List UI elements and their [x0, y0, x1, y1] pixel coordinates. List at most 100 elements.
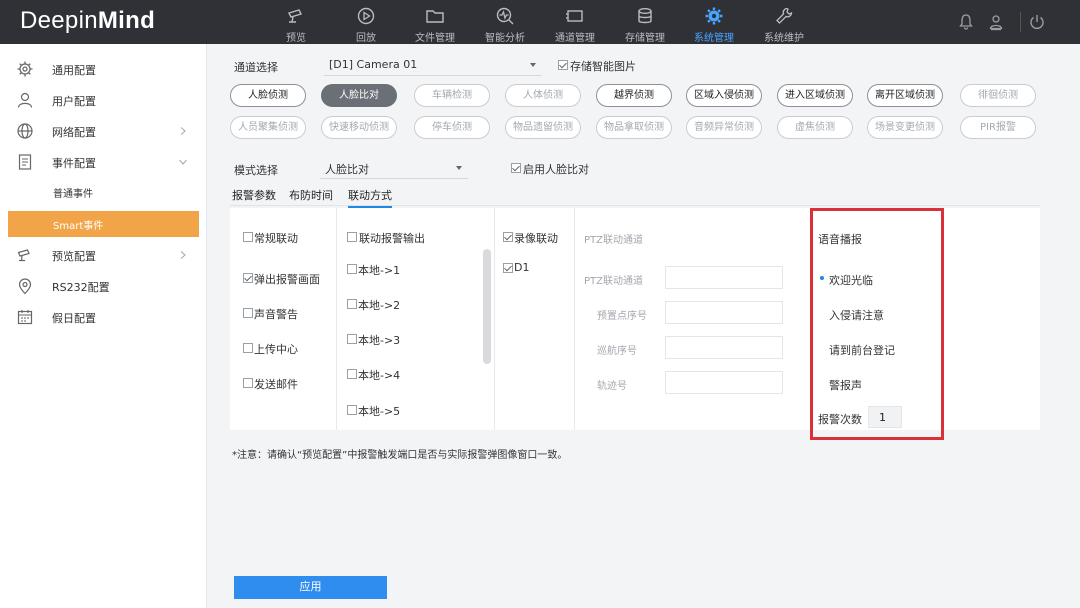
event-btn-loitering[interactable]: 徘徊侦测 [960, 84, 1036, 107]
event-btn-intrusion[interactable]: 区域入侵侦测 [686, 84, 762, 107]
record-linkage-label: 录像联动 [514, 232, 558, 245]
ptz-channel-label: PTZ联动通道 [584, 276, 643, 287]
record-channel-d1-checkbox[interactable] [503, 263, 513, 273]
ptz-header: PTZ联动通道 [584, 235, 643, 246]
event-btn-pir-alarm[interactable]: PIR报警 [960, 116, 1036, 139]
topbar-divider [1020, 12, 1021, 32]
sidebar-subitem-smart-events[interactable]: Smart事件 [8, 211, 199, 237]
sidebar: 通用配置 用户配置 网络配置 事件配置 普通事件 Smart事件 预览配置 RS… [0, 44, 207, 608]
nav-storage-management[interactable]: 存储管理 [610, 0, 680, 44]
nav-channel-management[interactable]: 通道管理 [540, 0, 610, 44]
calendar-icon [17, 310, 33, 325]
voice-option-welcome[interactable]: 欢迎光临 [829, 272, 873, 288]
gear-icon [705, 7, 723, 25]
store-smart-image-label: 存储智能图片 [570, 60, 636, 73]
ptz-channel-input[interactable] [665, 266, 783, 289]
channel-icon [566, 10, 583, 22]
upload-center-checkbox[interactable] [243, 343, 253, 353]
local-output-5-label: 本地->5 [358, 405, 401, 418]
event-btn-parking[interactable]: 停车侦测 [414, 116, 490, 139]
local-output-3-checkbox[interactable] [347, 334, 357, 344]
sidebar-item-rs232[interactable]: RS232配置 [0, 272, 207, 300]
mode-select-label: 模式选择 [234, 164, 278, 177]
location-icon [18, 278, 32, 295]
event-btn-fast-moving[interactable]: 快速移动侦测 [321, 116, 397, 139]
radio-selected-indicator [820, 276, 824, 280]
gear-outline-icon [17, 61, 33, 77]
local-output-4-label: 本地->4 [358, 369, 401, 382]
local-output-4-checkbox[interactable] [347, 369, 357, 379]
send-email-checkbox[interactable] [243, 378, 253, 388]
event-btn-people-gathering[interactable]: 人员聚集侦测 [230, 116, 306, 139]
tab-arming-schedule[interactable]: 布防时间 [289, 187, 333, 203]
nav-smart-analysis[interactable]: 智能分析 [470, 0, 540, 44]
event-btn-object-removal[interactable]: 物品拿取侦测 [596, 116, 672, 139]
event-btn-audio-exception[interactable]: 音频异常侦测 [686, 116, 762, 139]
power-icon[interactable] [1028, 13, 1046, 31]
local-output-1-checkbox[interactable] [347, 264, 357, 274]
nav-system-management[interactable]: 系统管理 [679, 0, 749, 44]
preset-number-label: 预置点序号 [597, 311, 647, 322]
sidebar-item-network[interactable]: 网络配置 [0, 117, 207, 145]
sidebar-item-preview-config[interactable]: 预览配置 [0, 241, 207, 269]
event-btn-face-compare[interactable]: 人脸比对 [321, 84, 397, 107]
bell-icon[interactable] [957, 13, 975, 31]
alarm-output-all-checkbox[interactable] [347, 232, 357, 242]
alarm-count-label: 报警次数 [818, 413, 862, 426]
local-output-5-checkbox[interactable] [347, 405, 357, 415]
nav-playback[interactable]: 回放 [331, 0, 401, 44]
patrol-number-input[interactable] [665, 336, 783, 359]
enable-face-compare-checkbox[interactable] [511, 163, 521, 173]
apply-button[interactable]: 应用 [234, 576, 387, 599]
main-content: 通道选择 [D1] Camera 01 存储智能图片 人脸侦测 人脸比对 车辆检… [208, 44, 1080, 608]
normal-linkage-checkbox[interactable] [243, 232, 253, 242]
sidebar-item-general[interactable]: 通用配置 [0, 55, 207, 83]
event-btn-body-detection[interactable]: 人体侦测 [505, 84, 581, 107]
upload-center-label: 上传中心 [254, 343, 298, 356]
analytics-icon [496, 7, 514, 25]
document-icon [18, 154, 32, 170]
nav-system-maintenance[interactable]: 系统维护 [749, 0, 819, 44]
alarm-output-scrollbar[interactable] [483, 249, 491, 364]
record-linkage-checkbox[interactable] [503, 232, 513, 242]
event-btn-vehicle-detection[interactable]: 车辆检测 [414, 84, 490, 107]
playback-icon [357, 7, 375, 25]
sidebar-item-users[interactable]: 用户配置 [0, 86, 207, 114]
event-btn-line-crossing[interactable]: 越界侦测 [596, 84, 672, 107]
event-btn-defocus[interactable]: 虚焦侦测 [777, 116, 853, 139]
event-btn-face-detection[interactable]: 人脸侦测 [230, 84, 306, 107]
globe-icon [17, 123, 33, 139]
channel-select[interactable]: [D1] Camera 01 [324, 54, 542, 76]
voice-option-siren[interactable]: 警报声 [829, 377, 862, 393]
store-smart-image-checkbox[interactable] [558, 60, 568, 70]
event-btn-region-exit[interactable]: 离开区域侦测 [867, 84, 943, 107]
voice-option-intrusion[interactable]: 入侵请注意 [829, 307, 884, 323]
sidebar-item-events[interactable]: 事件配置 [0, 148, 207, 176]
local-output-2-checkbox[interactable] [347, 299, 357, 309]
top-bar: DeepinMind 预览 回放 文件管理 智能分析 通道管理 存储管理 系统管… [0, 0, 1080, 44]
voice-option-front-desk[interactable]: 请到前台登记 [829, 342, 895, 358]
folder-icon [426, 10, 444, 23]
event-btn-region-entrance[interactable]: 进入区域侦测 [777, 84, 853, 107]
mode-select[interactable]: 人脸比对 [320, 157, 468, 179]
sidebar-item-holiday[interactable]: 假日配置 [0, 303, 207, 331]
alarm-count-input[interactable]: 1 [868, 406, 902, 428]
event-btn-unattended-baggage[interactable]: 物品遗留侦测 [505, 116, 581, 139]
popup-alarm-checkbox[interactable] [243, 273, 253, 283]
brand-logo: DeepinMind [20, 7, 156, 34]
nav-preview[interactable]: 预览 [261, 0, 331, 44]
preset-number-input[interactable] [665, 301, 783, 324]
dropdown-caret-icon [530, 63, 536, 67]
nav-file-management[interactable]: 文件管理 [400, 0, 470, 44]
chevron-right-icon [180, 251, 186, 259]
audio-warning-label: 声音警告 [254, 308, 298, 321]
channel-select-label: 通道选择 [234, 61, 278, 74]
user-lock-icon[interactable] [987, 13, 1005, 31]
tab-alarm-params[interactable]: 报警参数 [232, 187, 276, 203]
audio-warning-checkbox[interactable] [243, 308, 253, 318]
event-btn-scene-change[interactable]: 场景变更侦测 [867, 116, 943, 139]
sidebar-subitem-normal-events[interactable]: 普通事件 [0, 179, 207, 205]
normal-linkage-label: 常规联动 [254, 232, 298, 245]
pattern-number-input[interactable] [665, 371, 783, 394]
enable-face-compare-label: 启用人脸比对 [523, 163, 589, 176]
